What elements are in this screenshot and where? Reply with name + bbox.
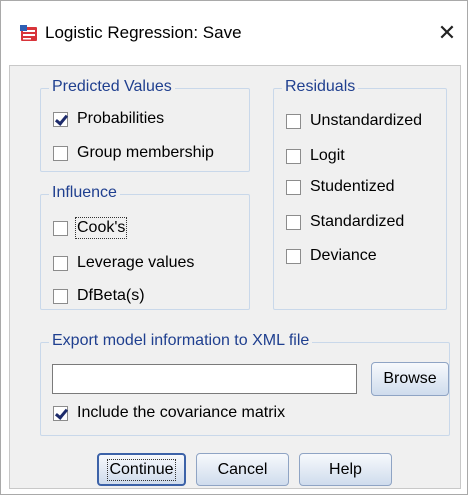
browse-button-label: Browse <box>383 370 437 387</box>
cooks-label: Cook's <box>74 217 128 239</box>
continue-button-label: Continue <box>107 458 176 481</box>
logistic-regression-app-icon <box>20 25 38 43</box>
unstandardized-option[interactable]: Unstandardized <box>286 112 422 130</box>
probabilities-option[interactable]: Probabilities <box>53 110 164 128</box>
cooks-checkbox[interactable] <box>53 220 68 236</box>
leverage-values-label: Leverage values <box>77 254 195 271</box>
studentized-option[interactable]: Studentized <box>286 178 395 196</box>
browse-button[interactable]: Browse <box>371 362 449 396</box>
dfbeta-label: DfBeta(s) <box>77 287 145 304</box>
probabilities-label: Probabilities <box>77 110 165 127</box>
residuals-title: Residuals <box>282 78 359 96</box>
probabilities-checkbox[interactable] <box>53 111 68 127</box>
studentized-checkbox[interactable] <box>286 179 301 195</box>
title-bar: Logistic Regression: Save ✕ <box>1 1 467 65</box>
deviance-label: Deviance <box>310 247 377 264</box>
logit-option[interactable]: Logit <box>286 147 345 165</box>
unstandardized-label: Unstandardized <box>310 112 423 129</box>
predicted-values-title: Predicted Values <box>49 78 175 96</box>
xml-file-path-input[interactable] <box>52 364 357 394</box>
include-covariance-label: Include the covariance matrix <box>77 404 286 421</box>
dfbeta-option[interactable]: DfBeta(s) <box>53 287 145 305</box>
continue-button[interactable]: Continue <box>97 453 186 486</box>
group-membership-checkbox[interactable] <box>53 145 68 161</box>
group-membership-label: Group membership <box>77 144 214 161</box>
dfbeta-checkbox[interactable] <box>53 288 68 304</box>
close-icon: ✕ <box>437 20 457 45</box>
studentized-label: Studentized <box>310 178 395 195</box>
deviance-option[interactable]: Deviance <box>286 247 377 265</box>
influence-group: Influence Cook's Leverage values DfBeta(… <box>40 184 250 310</box>
deviance-checkbox[interactable] <box>286 248 301 264</box>
include-covariance-checkbox[interactable] <box>53 405 68 421</box>
help-button-label: Help <box>329 460 362 478</box>
dialog-window: Logistic Regression: Save ✕ Predicted Va… <box>0 0 468 495</box>
logit-checkbox[interactable] <box>286 148 301 164</box>
cancel-button-label: Cancel <box>217 460 268 478</box>
leverage-values-option[interactable]: Leverage values <box>53 254 194 272</box>
influence-title: Influence <box>49 184 120 202</box>
group-membership-option[interactable]: Group membership <box>53 144 214 162</box>
cancel-button[interactable]: Cancel <box>196 453 289 486</box>
include-covariance-option[interactable]: Include the covariance matrix <box>53 404 285 422</box>
standardized-label: Standardized <box>310 213 405 230</box>
dialog-body: Predicted Values Probabilities Group mem… <box>9 65 461 489</box>
leverage-values-checkbox[interactable] <box>53 255 68 271</box>
predicted-values-group: Predicted Values Probabilities Group mem… <box>40 78 250 172</box>
help-button[interactable]: Help <box>299 453 392 486</box>
cooks-option[interactable]: Cook's <box>53 217 128 239</box>
standardized-checkbox[interactable] <box>286 214 301 230</box>
unstandardized-checkbox[interactable] <box>286 113 301 129</box>
standardized-option[interactable]: Standardized <box>286 213 404 231</box>
logit-label: Logit <box>310 147 345 164</box>
residuals-group: Residuals Unstandardized Logit Studentiz… <box>273 78 447 310</box>
close-button[interactable]: ✕ <box>431 17 463 49</box>
dialog-title: Logistic Regression: Save <box>45 23 242 42</box>
export-xml-title: Export model information to XML file <box>49 332 313 350</box>
